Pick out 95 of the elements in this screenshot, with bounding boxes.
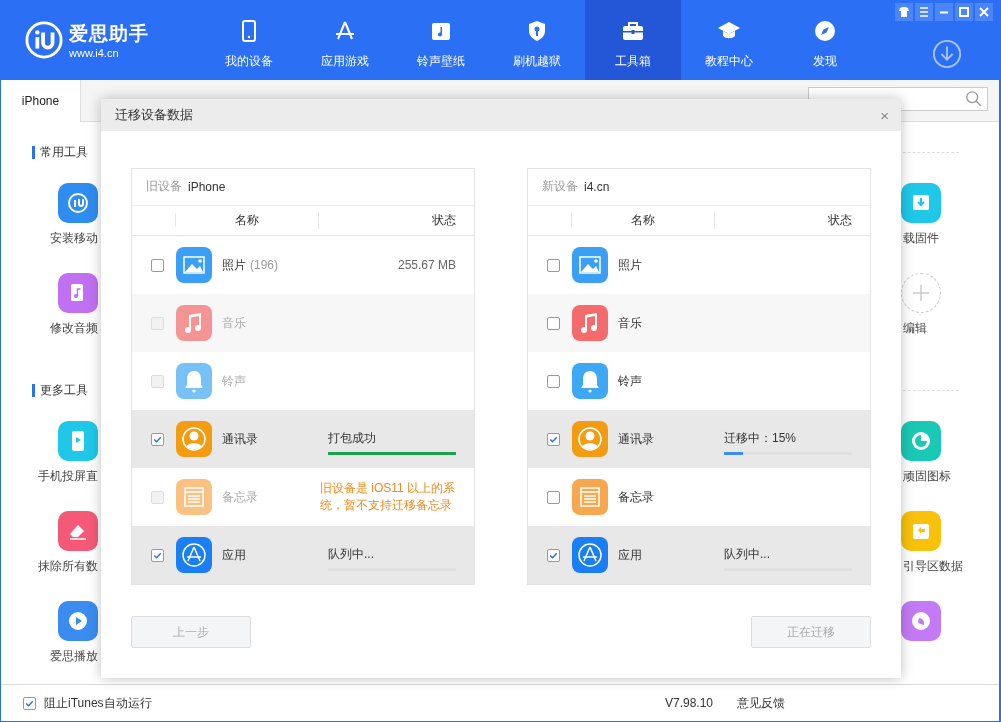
tool-icon[interactable]: [58, 183, 98, 223]
checkbox[interactable]: [547, 258, 560, 272]
column-header: 状态: [431, 211, 457, 229]
checkbox[interactable]: [151, 258, 164, 272]
item-name: 通讯录: [618, 430, 654, 448]
version-text: V7.98.10: [664, 696, 713, 710]
bell-icon: [176, 363, 212, 399]
music-note-icon: [572, 305, 608, 341]
tool-icon[interactable]: [58, 273, 98, 313]
close-icon[interactable]: [975, 3, 993, 21]
nav-tab[interactable]: 刷机越狱: [489, 0, 585, 80]
menu-icon[interactable]: [915, 3, 933, 21]
tool-label: 抹除所有数: [38, 559, 98, 573]
tool-label: 修改音频: [50, 321, 98, 335]
dialog-title: 迁移设备数据: [115, 106, 193, 124]
item-name: 铃声: [618, 372, 642, 390]
feedback-link[interactable]: 意见反馈: [737, 694, 785, 712]
app-store-icon: [176, 537, 212, 573]
checkbox[interactable]: [151, 548, 164, 562]
logo-icon: [25, 21, 63, 59]
tool-label: 安装移动: [50, 231, 98, 245]
tool-icon[interactable]: [901, 511, 941, 551]
status-text: 打包成功: [328, 429, 377, 447]
checkbox-label: 阻止iTunes自动运行: [44, 694, 152, 712]
photo-icon: [572, 247, 608, 283]
device-name: iPhone: [188, 179, 226, 194]
item-name: 应用: [222, 546, 246, 564]
tool-label: 编辑: [903, 321, 927, 335]
contact-icon: [176, 421, 212, 457]
item-name: 照片: [618, 256, 642, 274]
column-header: 状态: [827, 211, 853, 229]
bell-icon: [572, 363, 608, 399]
search-icon: [965, 90, 983, 108]
device-tab[interactable]: iPhone: [1, 80, 81, 122]
warning-text: 旧设备是 iOS11 以上的系统，暂不支持迁移备忘录: [320, 480, 456, 514]
item-name: 铃声: [222, 372, 246, 390]
notes-icon: [176, 479, 212, 515]
checkbox[interactable]: [23, 696, 36, 710]
item-count: (196): [250, 258, 278, 272]
tool-label: 载固件: [903, 231, 939, 245]
notes-icon: [572, 479, 608, 515]
section-marker: [32, 383, 35, 397]
photo-icon: [176, 247, 212, 283]
checkbox[interactable]: [547, 490, 560, 504]
item-name: 音乐: [222, 314, 246, 332]
column-header: 名称: [572, 211, 715, 229]
section-marker: [32, 145, 35, 159]
skin-icon[interactable]: [895, 3, 913, 21]
device-name: i4.cn: [584, 179, 610, 194]
item-name: 通讯录: [222, 430, 258, 448]
tool-label: 顽固图标: [903, 469, 951, 483]
status-text: 迁移中：15%: [724, 429, 798, 447]
section-title: 更多工具: [40, 381, 88, 399]
checkbox[interactable]: [547, 548, 560, 562]
checkbox[interactable]: [547, 374, 560, 388]
logo-name: 爱思助手: [69, 22, 149, 46]
nav-tab[interactable]: 教程中心: [681, 0, 777, 80]
checkbox[interactable]: [547, 316, 560, 330]
tool-icon[interactable]: [901, 421, 941, 461]
tool-icon[interactable]: [58, 421, 98, 461]
item-size: 255.67 MB: [397, 258, 456, 272]
app-store-icon: [572, 537, 608, 573]
panel-label: 新设备: [542, 178, 578, 196]
nav-tab[interactable]: 应用游戏: [297, 0, 393, 80]
status-text: 队列中...: [328, 545, 375, 563]
section-title: 常用工具: [40, 143, 88, 161]
download-icon[interactable]: [932, 39, 962, 69]
logo-url: www.i4.cn: [69, 47, 120, 59]
item-name: 应用: [618, 546, 642, 564]
maximize-icon[interactable]: [955, 3, 973, 21]
tool-label: 引导区数据: [903, 559, 963, 573]
contact-icon: [572, 421, 608, 457]
tool-label: 爱思播放: [50, 649, 98, 663]
nav-tab[interactable]: 铃声壁纸: [393, 0, 489, 80]
item-name: 备忘录: [222, 488, 258, 506]
nav-tab[interactable]: 发现: [777, 0, 873, 80]
tool-icon[interactable]: [901, 601, 941, 641]
nav-tab[interactable]: 工具箱: [585, 0, 681, 80]
panel-label: 旧设备: [146, 178, 182, 196]
minimize-icon[interactable]: [935, 3, 953, 21]
item-name: 备忘录: [618, 488, 654, 506]
status-text: 队列中...: [724, 545, 771, 563]
item-name: 照片: [222, 256, 246, 274]
compass-icon: [813, 18, 837, 43]
tool-icon[interactable]: [58, 511, 98, 551]
tool-icon[interactable]: [901, 183, 941, 223]
column-header: 名称: [176, 211, 319, 229]
nav-tab[interactable]: 我的设备: [201, 0, 297, 80]
tool-label: 手机投屏直: [38, 469, 98, 483]
checkbox[interactable]: [547, 432, 560, 446]
close-button[interactable]: ×: [878, 106, 891, 124]
item-name: 音乐: [618, 314, 642, 332]
music-note-icon: [176, 305, 212, 341]
tool-icon[interactable]: [58, 601, 98, 641]
checkbox[interactable]: [151, 432, 164, 446]
